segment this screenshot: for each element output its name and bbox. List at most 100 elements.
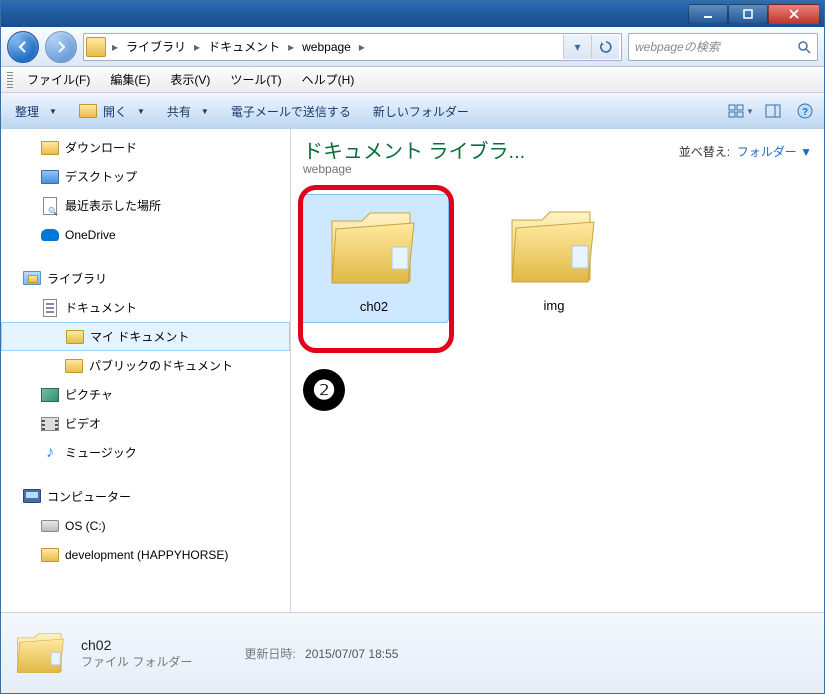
tree-group-libraries[interactable]: ライブラリ	[1, 263, 290, 293]
search-placeholder: webpageの検索	[635, 38, 720, 55]
view-mode-button[interactable]: ▼	[726, 98, 756, 124]
tree-item-my-documents[interactable]: マイ ドキュメント	[1, 322, 290, 351]
folder-grid: ch02 img	[291, 178, 824, 339]
details-name: ch02	[81, 637, 192, 653]
tree-item-recent[interactable]: 最近表示した場所	[1, 191, 290, 220]
picture-icon	[41, 388, 59, 402]
tree-label: デスクトップ	[65, 168, 137, 185]
folder-icon	[504, 202, 604, 292]
library-subtitle: webpage	[303, 162, 525, 176]
menu-file[interactable]: ファイル(F)	[17, 71, 100, 88]
tree-label: ドキュメント	[65, 299, 137, 316]
refresh-button[interactable]	[591, 35, 619, 59]
details-modified: 更新日時: 2015/07/07 18:55	[244, 645, 398, 662]
document-icon	[43, 299, 57, 317]
svg-text:?: ?	[802, 107, 808, 118]
forward-button[interactable]	[45, 31, 77, 63]
tree-item-downloads[interactable]: ダウンロード	[1, 133, 290, 162]
chevron-right-icon[interactable]: ▸	[357, 40, 367, 54]
dropdown-icon: ▼	[201, 107, 209, 116]
folder-label: img	[483, 298, 625, 313]
menu-help[interactable]: ヘルプ(H)	[292, 71, 365, 88]
menu-bar: ファイル(F) 編集(E) 表示(V) ツール(T) ヘルプ(H)	[1, 67, 824, 93]
folder-label: ch02	[304, 299, 444, 314]
tree-item-documents[interactable]: ドキュメント	[1, 293, 290, 322]
nav-tree: ダウンロード デスクトップ 最近表示した場所 OneDrive ラ	[1, 129, 290, 573]
tree-label: OS (C:)	[65, 519, 106, 533]
tree-item-desktop[interactable]: デスクトップ	[1, 162, 290, 191]
folder-item-img[interactable]: img	[479, 194, 629, 323]
back-button[interactable]	[7, 31, 39, 63]
command-toolbar: 整理▼ 開く ▼ 共有 ▼ 電子メールで送信する 新しいフォルダー ▼ ?	[1, 93, 824, 129]
onedrive-icon	[41, 229, 59, 241]
folder-icon	[65, 359, 83, 373]
recent-icon	[43, 197, 57, 215]
open-button[interactable]: 開く ▼	[69, 97, 155, 125]
tree-item-drive-c[interactable]: OS (C:)	[1, 511, 290, 540]
computer-icon	[23, 489, 41, 503]
dropdown-icon: ▼	[137, 107, 145, 116]
folder-icon	[41, 141, 59, 155]
tree-item-music[interactable]: ♪ ミュージック	[1, 438, 290, 467]
help-button[interactable]: ?	[790, 98, 820, 124]
menu-view[interactable]: 表示(V)	[160, 71, 220, 88]
preview-pane-button[interactable]	[758, 98, 788, 124]
send-email-button[interactable]: 電子メールで送信する	[221, 97, 361, 125]
tree-item-onedrive[interactable]: OneDrive	[1, 220, 290, 249]
tree-label: パブリックのドキュメント	[89, 357, 233, 374]
library-header: ドキュメント ライブラ... webpage 並べ替え: フォルダー ▼	[291, 129, 824, 178]
tree-label: ビデオ	[65, 415, 101, 432]
menu-tools[interactable]: ツール(T)	[220, 71, 291, 88]
sort-control[interactable]: 並べ替え: フォルダー ▼	[679, 143, 812, 160]
video-icon	[41, 417, 59, 431]
tree-label: コンピューター	[47, 488, 131, 505]
folder-item-ch02[interactable]: ch02	[299, 194, 449, 323]
folder-icon	[66, 330, 84, 344]
address-bar[interactable]: ▸ ライブラリ ▸ ドキュメント ▸ webpage ▸ ▾	[83, 33, 622, 61]
minimize-button[interactable]	[688, 4, 728, 24]
tree-item-public-documents[interactable]: パブリックのドキュメント	[1, 351, 290, 380]
gripper-icon	[7, 72, 13, 88]
window-titlebar	[1, 1, 824, 27]
tree-item-pictures[interactable]: ピクチャ	[1, 380, 290, 409]
tree-item-videos[interactable]: ビデオ	[1, 409, 290, 438]
drive-icon	[41, 520, 59, 532]
tree-label: マイ ドキュメント	[90, 328, 189, 345]
tree-label: ライブラリ	[47, 270, 107, 287]
chevron-right-icon[interactable]: ▸	[192, 40, 202, 54]
content-area: ダウンロード デスクトップ 最近表示した場所 OneDrive ラ	[1, 129, 824, 613]
chevron-right-icon[interactable]: ▸	[286, 40, 296, 54]
tree-label: development (HAPPYHORSE)	[65, 548, 228, 562]
maximize-button[interactable]	[728, 4, 768, 24]
tree-group-computer[interactable]: コンピューター	[1, 481, 290, 511]
dropdown-history-button[interactable]: ▾	[563, 35, 591, 59]
organize-button[interactable]: 整理▼	[5, 97, 67, 125]
navigation-bar: ▸ ライブラリ ▸ ドキュメント ▸ webpage ▸ ▾ webpageの検…	[1, 27, 824, 67]
tree-label: ミュージック	[65, 444, 137, 461]
new-folder-button[interactable]: 新しいフォルダー	[363, 97, 479, 125]
tree-label: ダウンロード	[65, 139, 137, 156]
details-type: ファイル フォルダー	[81, 653, 192, 670]
open-label: 開く	[103, 103, 127, 120]
search-box[interactable]: webpageの検索	[628, 33, 818, 61]
breadcrumb-item[interactable]: webpage	[296, 34, 357, 60]
share-label: 共有	[167, 103, 191, 120]
search-icon	[797, 40, 811, 54]
tree-item-development[interactable]: development (HAPPYHORSE)	[1, 540, 290, 569]
breadcrumb-item[interactable]: ドキュメント	[202, 34, 286, 60]
music-icon: ♪	[41, 444, 59, 462]
tree-label: 最近表示した場所	[65, 197, 161, 214]
sort-value[interactable]: フォルダー ▼	[737, 145, 812, 159]
details-modified-value: 2015/07/07 18:55	[305, 647, 398, 661]
breadcrumb-item[interactable]: ライブラリ	[120, 34, 192, 60]
dropdown-icon: ▼	[49, 107, 57, 116]
annotation-callout: ❷	[303, 369, 345, 411]
file-list-pane[interactable]: ドキュメント ライブラ... webpage 並べ替え: フォルダー ▼ ch0…	[291, 129, 824, 612]
menu-edit[interactable]: 編集(E)	[100, 71, 160, 88]
folder-icon	[79, 104, 97, 118]
close-button[interactable]	[768, 4, 820, 24]
share-button[interactable]: 共有 ▼	[157, 97, 219, 125]
navigation-pane[interactable]: ダウンロード デスクトップ 最近表示した場所 OneDrive ラ	[1, 129, 291, 612]
chevron-right-icon[interactable]: ▸	[110, 40, 120, 54]
sort-label: 並べ替え:	[679, 145, 730, 159]
